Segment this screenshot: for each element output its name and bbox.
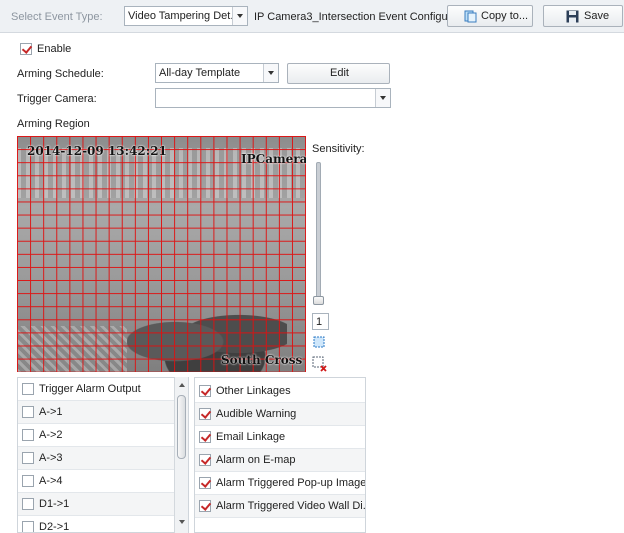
top-toolbar: Select Event Type: Video Tampering Det..… <box>0 0 624 33</box>
edit-schedule-button[interactable]: Edit <box>287 63 390 84</box>
enable-label: Enable <box>37 43 72 55</box>
list-item[interactable]: Alarm Triggered Video Wall Di... <box>195 495 365 518</box>
sensitivity-slider[interactable] <box>316 162 321 302</box>
osd-location: South Cross <box>221 353 303 367</box>
detection-grid[interactable] <box>17 136 306 372</box>
alarm-output-list: Trigger Alarm Output A->1 A->2 A->3 A->4… <box>17 377 189 533</box>
alarm-output-checkbox[interactable] <box>22 429 34 441</box>
chevron-down-icon[interactable] <box>232 7 247 25</box>
list-item[interactable]: Audible Warning <box>195 403 365 426</box>
list-item-label: D2->1 <box>39 521 70 533</box>
copy-icon <box>464 10 477 23</box>
sensitivity-slider-handle[interactable] <box>313 296 324 305</box>
alarm-output-checkbox[interactable] <box>22 406 34 418</box>
draw-region-icon[interactable] <box>312 335 326 349</box>
alarm-output-checkbox[interactable] <box>22 475 34 487</box>
list-item[interactable]: Email Linkage <box>195 426 365 449</box>
linkage-checkbox[interactable] <box>199 431 211 443</box>
linkage-checkbox[interactable] <box>199 500 211 512</box>
save-label: Save <box>584 10 610 22</box>
event-config-page: Select Event Type: Video Tampering Det..… <box>0 0 624 533</box>
list-item-label: Other Linkages <box>216 385 291 397</box>
alarm-output-checkbox[interactable] <box>22 383 34 395</box>
list-item[interactable]: A->1 <box>18 401 188 424</box>
scroll-up-icon[interactable] <box>179 383 185 387</box>
list-item-label: Email Linkage <box>216 431 286 443</box>
clear-region-icon[interactable] <box>312 356 328 372</box>
sensitivity-label: Sensitivity: <box>312 143 365 155</box>
list-item[interactable]: A->3 <box>18 447 188 470</box>
list-item[interactable]: A->4 <box>18 470 188 493</box>
chevron-down-icon[interactable] <box>375 89 390 107</box>
linkage-list: Other Linkages Audible Warning Email Lin… <box>194 377 366 533</box>
list-item-label: A->1 <box>39 406 63 418</box>
enable-checkbox[interactable] <box>20 43 32 55</box>
copy-to-label: Copy to... <box>481 10 529 22</box>
event-type-value: Video Tampering Det... <box>128 10 240 22</box>
trigger-camera-select[interactable] <box>155 88 391 108</box>
list-item[interactable]: D2->1 <box>18 516 188 533</box>
save-icon <box>566 10 579 23</box>
list-item-label: Alarm on E-map <box>216 454 296 466</box>
alarm-output-checkbox[interactable] <box>22 521 34 532</box>
list-item[interactable]: Trigger Alarm Output <box>18 378 188 401</box>
alarm-output-checkbox[interactable] <box>22 498 34 510</box>
linkage-checkbox[interactable] <box>199 385 211 397</box>
list-item[interactable]: Alarm on E-map <box>195 449 365 472</box>
copy-to-button[interactable]: Copy to... <box>447 5 533 27</box>
list-item-label: Audible Warning <box>216 408 297 420</box>
alarm-output-checkbox[interactable] <box>22 452 34 464</box>
list-item-label: A->2 <box>39 429 63 441</box>
osd-timestamp: 2014-12-09 13:42:21 <box>27 144 167 158</box>
event-type-select[interactable]: Video Tampering Det... <box>124 6 248 26</box>
list-item[interactable]: Other Linkages <box>195 380 365 403</box>
list-item-label: Alarm Triggered Pop-up Image <box>216 477 366 489</box>
list-item-label: D1->1 <box>39 498 70 510</box>
camera-title: IP Camera3_Intersection Event Configu... <box>254 11 457 23</box>
sensitivity-value: 1 <box>312 313 329 330</box>
arming-schedule-value: All-day Template <box>159 67 241 79</box>
list-item-label: A->3 <box>39 452 63 464</box>
linkage-checkbox[interactable] <box>199 454 211 466</box>
arming-region-label: Arming Region <box>17 118 90 130</box>
trigger-camera-label: Trigger Camera: <box>17 93 97 105</box>
linkage-checkbox[interactable] <box>199 408 211 420</box>
save-button[interactable]: Save <box>543 5 623 27</box>
arming-region-video[interactable]: 2014-12-09 13:42:21 IPCamera South Cross <box>17 136 306 372</box>
list-item-label: Trigger Alarm Output <box>39 383 141 395</box>
list-item-label: A->4 <box>39 475 63 487</box>
osd-camera-name: IPCamera <box>241 152 306 166</box>
list-item-label: Alarm Triggered Video Wall Di... <box>216 500 366 512</box>
arming-schedule-label: Arming Schedule: <box>17 68 104 80</box>
edit-label: Edit <box>330 67 349 79</box>
chevron-down-icon[interactable] <box>263 64 278 82</box>
list-item[interactable]: D1->1 <box>18 493 188 516</box>
list-item[interactable]: A->2 <box>18 424 188 447</box>
alarm-output-scrollbar[interactable] <box>174 377 188 533</box>
scrollbar-thumb[interactable] <box>177 395 186 459</box>
arming-schedule-select[interactable]: All-day Template <box>155 63 279 83</box>
scroll-down-icon[interactable] <box>179 520 185 524</box>
linkage-checkbox[interactable] <box>199 477 211 489</box>
list-item[interactable]: Alarm Triggered Pop-up Image <box>195 472 365 495</box>
select-event-type-label: Select Event Type: <box>11 11 103 23</box>
